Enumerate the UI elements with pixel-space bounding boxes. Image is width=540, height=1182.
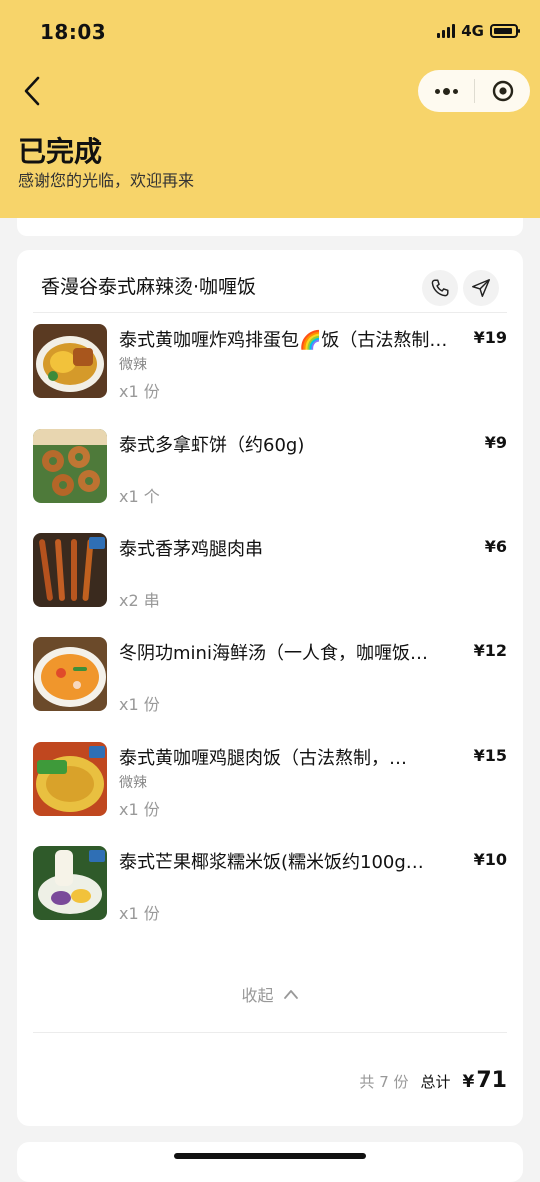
item-quantity: x1 份 <box>119 382 160 401</box>
target-icon <box>492 80 513 102</box>
home-indicator[interactable] <box>174 1153 366 1159</box>
mini-program-capsule <box>418 70 530 112</box>
divider <box>33 1032 507 1033</box>
item-name: 泰式香茅鸡腿肉串 <box>119 539 263 560</box>
order-item[interactable]: 冬阴功mini海鲜汤（一人食，咖喱饭… ¥12 x1 份 <box>33 637 507 714</box>
item-thumbnail <box>33 533 107 607</box>
total-value: 71 <box>476 1068 507 1093</box>
item-price: ¥9 <box>484 433 507 452</box>
header: 18:03 4G 已完成 感谢您的光临，欢迎再来 <box>0 0 540 218</box>
next-card <box>17 1142 523 1182</box>
close-mini-program-button[interactable] <box>475 70 530 112</box>
page-title: 已完成 <box>18 135 103 168</box>
battery-icon <box>490 24 520 38</box>
page-subtitle: 感谢您的光临，欢迎再来 <box>18 171 195 190</box>
item-spec: 微辣 <box>119 775 147 791</box>
collapse-button[interactable]: 收起 <box>17 982 523 1006</box>
item-thumbnail <box>33 324 107 398</box>
order-item[interactable]: 泰式多拿虾饼（约60g) ¥9 x1 个 <box>33 429 507 506</box>
item-name: 泰式黄咖喱炸鸡排蛋包🌈饭（古法熬制… <box>119 330 448 351</box>
item-name: 泰式芒果椰浆糯米饭(糯米饭约100g… <box>119 852 424 873</box>
network-label: 4G <box>461 22 484 40</box>
item-quantity: x1 份 <box>119 695 160 714</box>
phone-icon <box>431 279 449 297</box>
status-time: 18:03 <box>40 20 107 44</box>
item-price: ¥15 <box>473 746 507 765</box>
item-quantity: x1 个 <box>119 487 160 506</box>
more-button[interactable] <box>418 70 474 112</box>
item-count: 共 7 份 <box>359 1073 409 1091</box>
order-item[interactable]: 泰式香茅鸡腿肉串 ¥6 x2 串 <box>33 533 507 610</box>
back-icon <box>24 76 40 106</box>
currency-symbol: ¥ <box>462 1072 475 1092</box>
navigate-icon <box>472 279 490 297</box>
total-label: 总计 <box>420 1073 451 1091</box>
order-item[interactable]: 泰式芒果椰浆糯米饭(糯米饭约100g… ¥10 x1 份 <box>33 846 507 923</box>
collapse-label: 收起 <box>241 986 274 1005</box>
item-quantity: x1 份 <box>119 904 160 923</box>
item-spec: 微辣 <box>119 357 147 373</box>
item-quantity: x1 份 <box>119 800 160 819</box>
status-card-bottom <box>17 218 523 236</box>
order-item[interactable]: 泰式黄咖喱炸鸡排蛋包🌈饭（古法熬制… ¥19 微辣 x1 份 <box>33 324 507 401</box>
divider <box>33 312 507 313</box>
item-thumbnail <box>33 742 107 816</box>
item-quantity: x2 串 <box>119 591 160 610</box>
total-amount: ¥71 <box>463 1068 507 1093</box>
item-name: 泰式黄咖喱鸡腿肉饭（古法熬制，… <box>119 748 407 769</box>
item-price: ¥6 <box>484 537 507 556</box>
chevron-up-icon <box>283 990 298 999</box>
back-button[interactable] <box>20 74 50 108</box>
item-thumbnail <box>33 637 107 711</box>
item-price: ¥10 <box>473 850 507 869</box>
call-shop-button[interactable] <box>422 270 458 306</box>
item-thumbnail <box>33 846 107 920</box>
signal-icon <box>437 24 456 38</box>
navigate-button[interactable] <box>463 270 499 306</box>
order-item[interactable]: 泰式黄咖喱鸡腿肉饭（古法熬制，… ¥15 微辣 x1 份 <box>33 742 507 819</box>
item-price: ¥12 <box>473 641 507 660</box>
item-thumbnail <box>33 429 107 503</box>
item-name: 泰式多拿虾饼（约60g) <box>119 435 305 456</box>
order-card: 香漫谷泰式麻辣烫·咖喱饭 泰式黄咖喱炸鸡排蛋包🌈饭（古法熬制… ¥19 微辣 x… <box>17 250 523 1126</box>
order-summary: 共 7 份 总计 ¥71 <box>359 1068 507 1093</box>
item-price: ¥19 <box>473 328 507 347</box>
shop-name[interactable]: 香漫谷泰式麻辣烫·咖喱饭 <box>41 272 256 299</box>
item-name: 冬阴功mini海鲜汤（一人食，咖喱饭… <box>119 643 428 664</box>
status-indicators: 4G <box>437 22 520 40</box>
